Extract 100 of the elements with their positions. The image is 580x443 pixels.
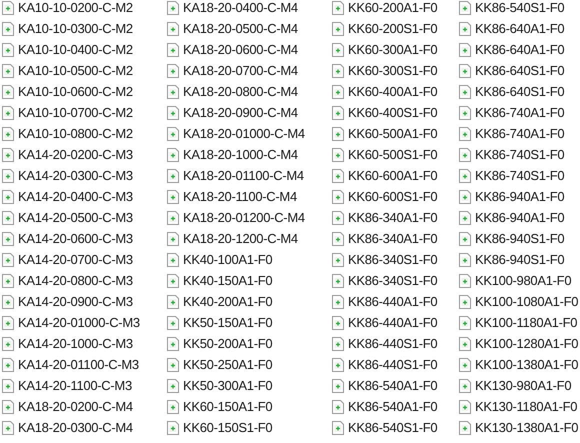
file-name[interactable]: KA18-20-0500-C-M4 (183, 20, 298, 36)
file-name[interactable]: KK86-440A1-F0 (348, 314, 438, 330)
file-icon (332, 274, 344, 288)
file-icon (167, 400, 179, 414)
file-name[interactable]: KK40-200A1-F0 (183, 294, 272, 310)
file-name[interactable]: KK86-540A1-F0 (348, 398, 438, 414)
file-name[interactable]: KA14-20-1100-C-M3 (18, 378, 132, 394)
file-name[interactable]: KK130-1180A1-F0 (475, 398, 578, 414)
file-name[interactable]: KK86-640S1-F0 (475, 84, 564, 100)
file-name[interactable]: KK100-1280A1-F0 (475, 336, 578, 352)
file-name[interactable]: KK86-540S1-F0 (475, 0, 564, 16)
file-name[interactable]: KA14-20-0300-C-M3 (18, 168, 133, 184)
file-name[interactable]: KK86-740S1-F0 (475, 146, 564, 162)
file-name[interactable]: KK100-1380A1-F0 (475, 356, 578, 372)
file-name[interactable]: KA14-20-1000-C-M3 (18, 336, 133, 352)
file-name[interactable]: KK86-540S1-F0 (348, 420, 438, 436)
file-icon (167, 232, 179, 246)
file-name[interactable]: KK40-100A1-F0 (183, 252, 272, 268)
file-name[interactable]: KK86-940A1-F0 (475, 188, 564, 204)
file-name[interactable]: KA14-20-0700-C-M3 (18, 252, 133, 268)
file-icon (459, 148, 471, 162)
file-name[interactable]: KK86-540A1-F0 (348, 378, 438, 394)
file-name[interactable]: KK86-340A1-F0 (348, 210, 438, 226)
file-name[interactable]: KA18-20-01000-C-M4 (183, 126, 305, 142)
file-name[interactable]: KA10-10-0400-C-M2 (18, 42, 133, 58)
file-name[interactable]: KA18-20-1200-C-M4 (183, 230, 298, 246)
file-name[interactable]: KA14-20-0200-C-M3 (18, 146, 133, 162)
file-name[interactable]: KK86-940S1-F0 (475, 252, 564, 268)
file-name[interactable]: KK86-940A1-F0 (475, 210, 564, 226)
file-name[interactable]: KK130-1380A1-F0 (475, 420, 578, 436)
file-name[interactable]: KK50-250A1-F0 (183, 356, 272, 372)
file-name[interactable]: KA14-20-0900-C-M3 (18, 294, 133, 310)
file-name[interactable]: KK60-200S1-F0 (348, 20, 438, 36)
file-name[interactable]: KK50-200A1-F0 (183, 336, 272, 352)
file-icon (167, 358, 179, 372)
file-name[interactable]: KA10-10-0300-C-M2 (18, 20, 133, 36)
file-name[interactable]: KK60-300S1-F0 (348, 62, 438, 78)
file-icon (332, 84, 344, 98)
file-name[interactable]: KK60-500A1-F0 (348, 126, 438, 142)
file-name[interactable]: KK86-440S1-F0 (348, 336, 438, 352)
file-name[interactable]: KA14-20-0600-C-M3 (18, 230, 133, 246)
file-icon (332, 336, 344, 350)
file-name[interactable]: KK60-400A1-F0 (348, 84, 438, 100)
file-name[interactable]: KA18-20-0800-C-M4 (183, 84, 298, 100)
file-icon (459, 252, 471, 266)
file-name[interactable]: KA18-20-1000-C-M4 (183, 146, 298, 162)
file-name[interactable]: KK60-600A1-F0 (348, 168, 438, 184)
file-name[interactable]: KA18-20-01200-C-M4 (183, 210, 305, 226)
file-name[interactable]: KK60-200A1-F0 (348, 0, 438, 16)
file-name[interactable]: KK86-640A1-F0 (475, 20, 564, 36)
file-name[interactable]: KA10-10-0600-C-M2 (18, 84, 133, 100)
file-name[interactable]: KA14-20-01000-C-M3 (18, 314, 140, 330)
file-name[interactable]: KK86-640S1-F0 (475, 62, 564, 78)
file-name[interactable]: KA14-20-0800-C-M3 (18, 272, 133, 288)
file-name[interactable]: KA14-20-0400-C-M3 (18, 188, 133, 204)
file-icon (459, 42, 471, 56)
file-name[interactable]: KA10-10-0500-C-M2 (18, 62, 133, 78)
file-name[interactable]: KK100-1180A1-F0 (475, 314, 578, 330)
file-name[interactable]: KK86-940S1-F0 (475, 230, 564, 246)
file-name[interactable]: KK86-440A1-F0 (348, 294, 438, 310)
file-name[interactable]: KK86-740A1-F0 (475, 126, 564, 142)
file-name[interactable]: KK86-740A1-F0 (475, 104, 564, 120)
file-name[interactable]: KK60-400S1-F0 (348, 104, 438, 120)
file-name[interactable]: KK60-600S1-F0 (348, 188, 438, 204)
file-name[interactable]: KK60-150A1-F0 (183, 398, 272, 414)
file-name[interactable]: KA14-20-01100-C-M3 (18, 356, 139, 372)
file-name[interactable]: KK86-340S1-F0 (348, 272, 438, 288)
file-name[interactable]: KK60-150S1-F0 (183, 420, 272, 436)
file-name[interactable]: KA18-20-0400-C-M4 (183, 0, 298, 16)
file-name[interactable]: KK50-150A1-F0 (183, 314, 272, 330)
file-name[interactable]: KK86-440S1-F0 (348, 356, 438, 372)
file-name[interactable]: KK100-980A1-F0 (475, 272, 572, 288)
file-name[interactable]: KK86-340S1-F0 (348, 252, 438, 268)
file-name[interactable]: KK100-1080A1-F0 (475, 294, 578, 310)
file-name[interactable]: KK40-150A1-F0 (183, 272, 272, 288)
file-icon (459, 294, 471, 308)
file-icon (459, 378, 471, 392)
file-name[interactable]: KA18-20-0600-C-M4 (183, 42, 298, 58)
file-name[interactable]: KK130-980A1-F0 (475, 378, 572, 394)
file-name[interactable]: KA18-20-0700-C-M4 (183, 62, 298, 78)
file-icon (332, 190, 344, 204)
file-name[interactable]: KK86-640A1-F0 (475, 42, 564, 58)
file-icon (459, 210, 471, 224)
file-name[interactable]: KK60-300A1-F0 (348, 42, 438, 58)
file-name[interactable]: KK60-500S1-F0 (348, 146, 438, 162)
file-name[interactable]: KA10-10-0700-C-M2 (18, 104, 133, 120)
file-name[interactable]: KK50-300A1-F0 (183, 378, 272, 394)
file-name[interactable]: KA18-20-01100-C-M4 (183, 168, 304, 184)
file-name[interactable]: KA18-20-1100-C-M4 (183, 188, 297, 204)
file-name[interactable]: KK86-340A1-F0 (348, 230, 438, 246)
file-name[interactable]: KA18-20-0200-C-M4 (18, 398, 133, 414)
file-name[interactable]: KA14-20-0500-C-M3 (18, 210, 133, 226)
file-icon (167, 420, 179, 434)
file-name[interactable]: KA10-10-0200-C-M2 (18, 0, 133, 16)
file-name[interactable]: KK86-740S1-F0 (475, 168, 564, 184)
file-icon (459, 400, 471, 414)
file-name[interactable]: KA18-20-0900-C-M4 (183, 104, 298, 120)
file-name[interactable]: KA10-10-0800-C-M2 (18, 126, 133, 142)
file-icon (332, 400, 344, 414)
file-name[interactable]: KA18-20-0300-C-M4 (18, 420, 133, 436)
